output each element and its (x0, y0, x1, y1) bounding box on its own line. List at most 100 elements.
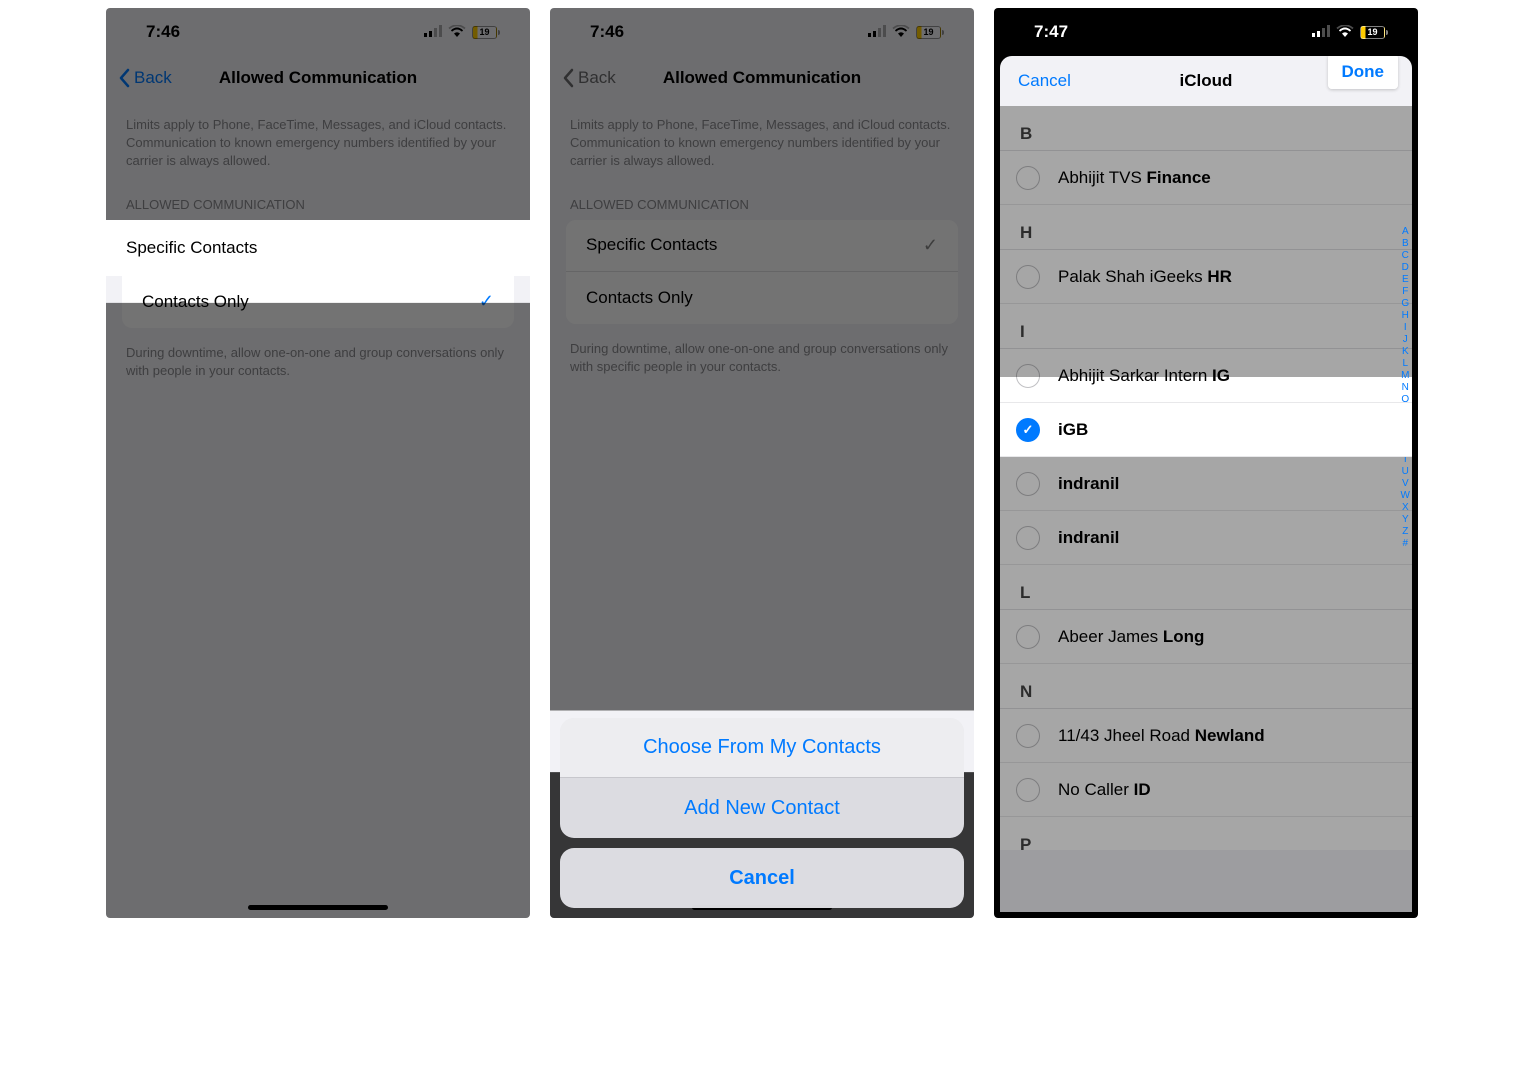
index-letter[interactable]: N (1402, 382, 1409, 393)
index-letter[interactable]: # (1402, 538, 1408, 549)
contact-row[interactable]: Abhijit Sarkar Intern IG (1000, 349, 1412, 403)
row-contacts-only-label: Contacts Only (586, 288, 693, 308)
sheet-add-contact[interactable]: Add New Contact (560, 778, 964, 838)
radio-icon[interactable] (1016, 265, 1040, 289)
index-letter[interactable]: F (1402, 286, 1408, 297)
contact-name: indranil (1058, 528, 1119, 548)
index-letter[interactable]: K (1402, 346, 1409, 357)
modal-title: iCloud (1180, 71, 1233, 91)
index-letter[interactable]: Y (1402, 514, 1409, 525)
section-n: N (1000, 664, 1412, 709)
checkmark-icon: ✓ (479, 291, 494, 312)
back-button[interactable]: Back (118, 68, 172, 88)
index-letter[interactable]: W (1401, 490, 1410, 501)
radio-icon[interactable] (1016, 625, 1040, 649)
index-letter[interactable]: U (1402, 466, 1409, 477)
radio-icon[interactable] (1016, 526, 1040, 550)
contact-row[interactable]: indranil (1000, 457, 1412, 511)
battery-icon: 19 (472, 26, 500, 39)
contact-row[interactable]: 11/43 Jheel Road Newland (1000, 709, 1412, 763)
contact-row[interactable]: Abeer James Long (1000, 610, 1412, 664)
radio-icon[interactable] (1016, 724, 1040, 748)
index-letter[interactable]: E (1402, 274, 1409, 285)
radio-icon[interactable] (1016, 778, 1040, 802)
row-specific-contacts[interactable]: Specific Contacts (106, 220, 530, 276)
radio-icon[interactable] (1016, 364, 1040, 388)
footer-text: During downtime, allow one-on-one and gr… (106, 328, 530, 388)
row-specific-label: Specific Contacts (586, 235, 717, 255)
cellular-icon (424, 22, 442, 42)
screen-2-action-sheet: 7:46 19 Back Allowed Communication Limit… (550, 8, 974, 918)
contact-row[interactable]: No Caller ID (1000, 763, 1412, 817)
sheet-add-label: Add New Contact (684, 797, 840, 820)
sheet-cancel-label: Cancel (729, 867, 795, 890)
sheet-choose-label: Choose From My Contacts (643, 736, 881, 759)
cellular-icon (1312, 22, 1330, 42)
contact-row-selected-igb[interactable]: iGB (1000, 403, 1412, 457)
radio-icon[interactable] (1016, 472, 1040, 496)
section-l: L (1000, 565, 1412, 610)
section-i: I (1000, 304, 1412, 349)
index-letter[interactable]: J (1403, 334, 1408, 345)
contacts-list[interactable]: B Abhijit TVS Finance H Palak Shah iGeek… (1000, 106, 1412, 850)
back-button[interactable]: Back (562, 68, 616, 88)
modal-navbar: Cancel iCloud Done (1000, 56, 1412, 106)
home-indicator[interactable] (248, 905, 388, 910)
index-letter[interactable]: H (1402, 310, 1409, 321)
radio-icon[interactable] (1016, 166, 1040, 190)
screen-3-contact-picker: 7:47 19 Cancel iCloud Done (994, 8, 1418, 918)
index-letter[interactable]: I (1404, 322, 1407, 333)
statusbar: 7:46 19 (106, 8, 530, 56)
statusbar: 7:47 19 (994, 8, 1418, 56)
section-header: ALLOWED COMMUNICATION (106, 179, 530, 220)
navbar: Back Allowed Communication (106, 56, 530, 100)
row-specific-label: Specific Contacts (126, 238, 257, 258)
index-letter[interactable]: M (1401, 370, 1409, 381)
statusbar-time: 7:46 (590, 22, 624, 42)
statusbar-time: 7:46 (146, 22, 180, 42)
index-letter[interactable]: L (1402, 358, 1408, 369)
cellular-icon (868, 22, 886, 42)
wifi-icon (448, 22, 466, 42)
index-letter[interactable]: V (1402, 478, 1409, 489)
wifi-icon (892, 22, 910, 42)
statusbar: 7:46 19 (550, 8, 974, 56)
screen-1-allowed-communication: 7:46 19 Back Allowed Communication Limit… (106, 8, 530, 918)
page-title: Allowed Communication (663, 68, 861, 88)
index-letter[interactable]: Z (1402, 526, 1408, 537)
section-header: ALLOWED COMMUNICATION (550, 179, 974, 220)
index-letter[interactable]: X (1402, 502, 1409, 513)
page-title: Allowed Communication (219, 68, 417, 88)
row-specific-contacts[interactable]: Specific Contacts ✓ (566, 220, 958, 272)
battery-icon: 19 (916, 26, 944, 39)
alphabet-index[interactable]: ABCDEFGHIJKLMNOPQRSTUVWXYZ# (1401, 226, 1410, 549)
contact-row[interactable]: Abhijit TVS Finance (1000, 151, 1412, 205)
wifi-icon (1336, 22, 1354, 42)
footer-text: During downtime, allow one-on-one and gr… (550, 324, 974, 384)
intro-text: Limits apply to Phone, FaceTime, Message… (550, 100, 974, 179)
contact-name: Abhijit TVS Finance (1058, 168, 1211, 188)
index-letter[interactable]: G (1401, 298, 1409, 309)
back-label: Back (134, 68, 172, 88)
section-h: H (1000, 205, 1412, 250)
battery-icon: 19 (1360, 26, 1388, 39)
index-letter[interactable]: D (1402, 262, 1409, 273)
row-contacts-only[interactable]: Contacts Only ✓ (122, 276, 514, 328)
contact-name: 11/43 Jheel Road Newland (1058, 726, 1265, 746)
chevron-left-icon (118, 68, 130, 88)
row-contacts-only[interactable]: Contacts Only (566, 272, 958, 324)
radio-checked-icon[interactable] (1016, 418, 1040, 442)
sheet-cancel[interactable]: Cancel (560, 848, 964, 908)
modal-done-wrap: Done (1328, 62, 1399, 82)
contact-name: Abeer James Long (1058, 627, 1204, 647)
contact-row[interactable]: Palak Shah iGeeks HR (1000, 250, 1412, 304)
sheet-choose-contacts[interactable]: Choose From My Contacts (560, 718, 964, 778)
index-letter[interactable]: C (1402, 250, 1409, 261)
contact-row[interactable]: indranil (1000, 511, 1412, 565)
modal-done-button[interactable]: Done (1328, 56, 1399, 89)
modal-cancel-button[interactable]: Cancel (1018, 71, 1071, 91)
index-letter[interactable]: A (1402, 226, 1409, 237)
index-letter[interactable]: B (1402, 238, 1409, 249)
intro-text: Limits apply to Phone, FaceTime, Message… (106, 100, 530, 179)
section-b: B (1000, 106, 1412, 151)
